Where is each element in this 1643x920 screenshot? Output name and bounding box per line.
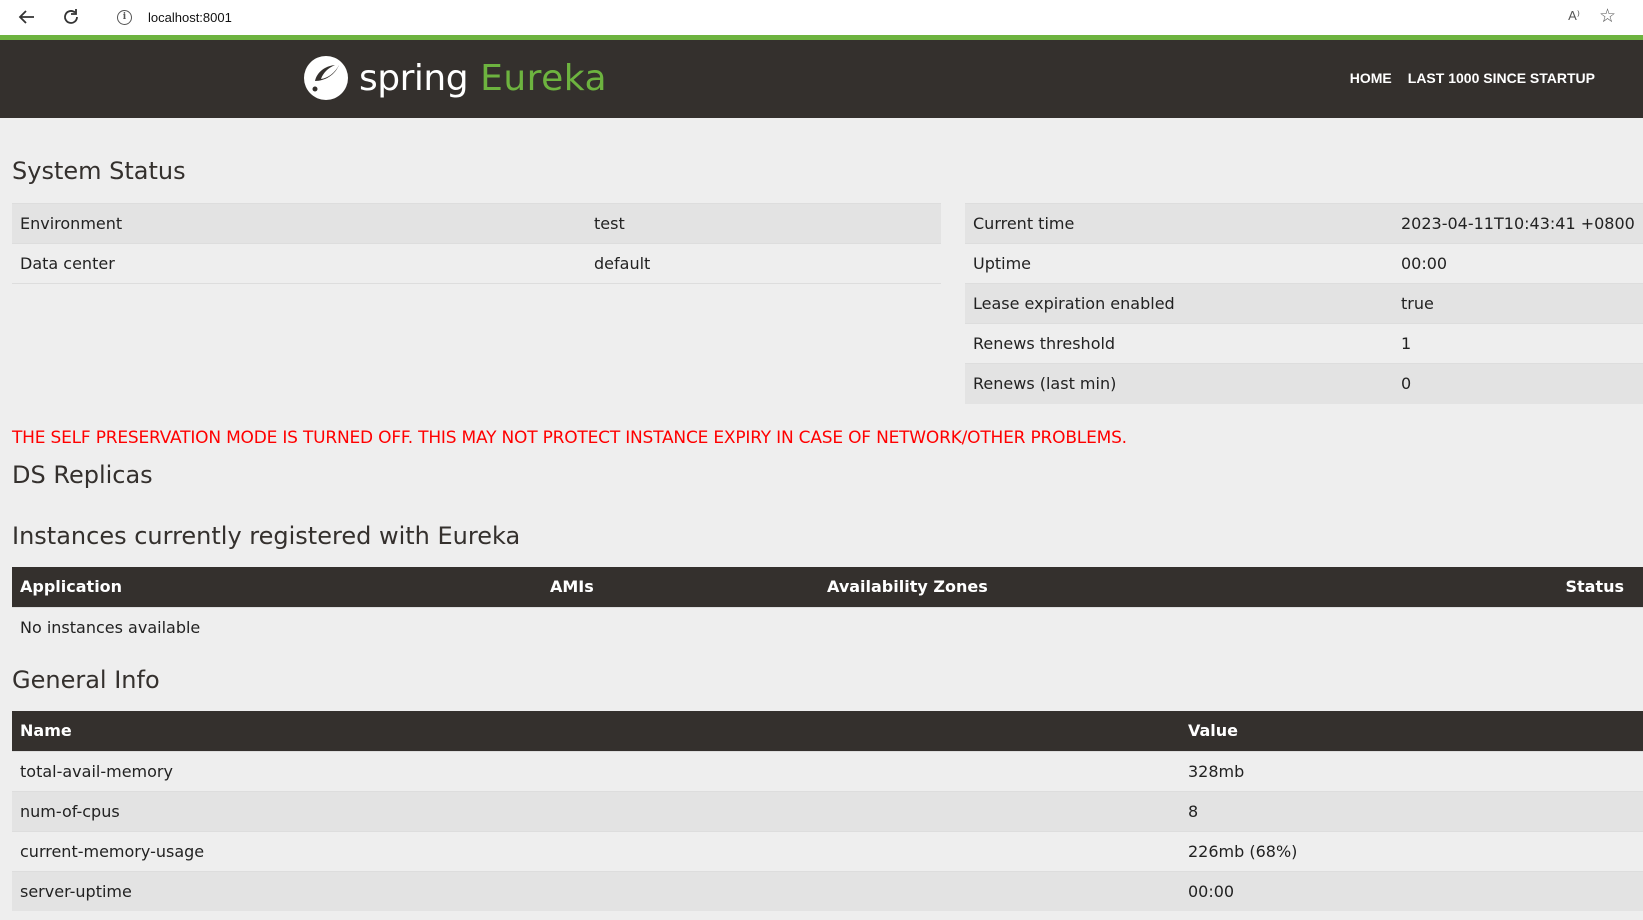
reload-icon[interactable] — [57, 3, 85, 31]
status-value: 0 — [1393, 363, 1643, 404]
site-info-icon[interactable]: i — [117, 10, 132, 25]
table-row: No instances available — [12, 606, 1643, 647]
info-name: num-of-cpus — [12, 790, 1180, 831]
status-value: 2023-04-11T10:43:41 +0800 — [1393, 203, 1643, 244]
status-value: test — [586, 203, 941, 244]
instances-table: Application AMIs Availability Zones Stat… — [12, 567, 1643, 647]
table-row: Uptime 00:00 — [965, 243, 1643, 284]
spring-leaf-icon — [304, 56, 348, 100]
status-value: 1 — [1393, 323, 1643, 364]
brand-eureka: Eureka — [480, 57, 608, 99]
info-value: 328mb — [1180, 750, 1643, 791]
read-aloud-icon[interactable]: A⁾ — [1568, 8, 1580, 24]
table-header-row: Application AMIs Availability Zones Stat… — [12, 567, 1643, 607]
no-instances-message: No instances available — [12, 606, 1643, 647]
column-name: Name — [12, 711, 1180, 751]
column-application: Application — [12, 567, 542, 607]
status-label: Current time — [965, 203, 1393, 244]
status-value: true — [1393, 283, 1643, 324]
table-row: total-avail-memory 328mb — [12, 750, 1643, 791]
table-row: Renews threshold 1 — [965, 323, 1643, 364]
table-row: num-of-cpus 8 — [12, 790, 1643, 831]
table-row: Current time 2023-04-11T10:43:41 +0800 — [965, 203, 1643, 244]
ds-replicas-title: DS Replicas — [12, 461, 153, 489]
address-bar[interactable]: i localhost:8001 A⁾ ☆ — [100, 2, 1636, 33]
info-name: server-uptime — [12, 870, 1180, 911]
status-label: Environment — [12, 203, 586, 244]
table-row: Environment test — [12, 203, 941, 244]
system-status-title: System Status — [12, 157, 186, 185]
general-info-title: General Info — [12, 666, 160, 694]
add-favorite-icon[interactable]: ☆ — [1599, 5, 1616, 27]
info-value: 8 — [1180, 790, 1643, 831]
browser-toolbar: i localhost:8001 A⁾ ☆ — [0, 0, 1643, 35]
info-value: 226mb (68%) — [1180, 830, 1643, 871]
table-row: Data center default — [12, 243, 941, 284]
status-value: default — [586, 243, 941, 284]
general-info-table: Name Value total-avail-memory 328mb num-… — [12, 711, 1643, 911]
column-availability-zones: Availability Zones — [819, 567, 1375, 607]
back-arrow-icon[interactable] — [13, 3, 41, 31]
nav-home-link[interactable]: HOME — [1350, 70, 1392, 86]
status-label: Renews threshold — [965, 323, 1393, 364]
table-row: current-memory-usage 226mb (68%) — [12, 830, 1643, 871]
top-nav: HOME LAST 1000 SINCE STARTUP — [1350, 70, 1595, 86]
table-header-row: Name Value — [12, 711, 1643, 751]
status-label: Data center — [12, 243, 586, 284]
table-row: Lease expiration enabled true — [965, 283, 1643, 324]
column-value: Value — [1180, 711, 1643, 751]
column-amis: AMIs — [542, 567, 819, 607]
instances-title: Instances currently registered with Eure… — [12, 522, 521, 550]
app-header: spring Eureka HOME LAST 1000 SINCE START… — [0, 40, 1643, 118]
status-label: Renews (last min) — [965, 363, 1393, 404]
status-value: 00:00 — [1393, 243, 1643, 284]
nav-last-1000-link[interactable]: LAST 1000 SINCE STARTUP — [1408, 70, 1595, 86]
brand-spring: spring — [359, 57, 469, 99]
table-row: Renews (last min) 0 — [965, 363, 1643, 404]
url-text[interactable]: localhost:8001 — [148, 10, 232, 25]
info-name: current-memory-usage — [12, 830, 1180, 871]
column-status: Status — [1374, 567, 1643, 607]
status-label: Uptime — [965, 243, 1393, 284]
spring-eureka-logo[interactable]: spring Eureka — [303, 54, 607, 102]
table-row: server-uptime 00:00 — [12, 870, 1643, 911]
system-status-left-table: Environment test Data center default — [12, 203, 941, 284]
status-label: Lease expiration enabled — [965, 283, 1393, 324]
system-status-right-table: Current time 2023-04-11T10:43:41 +0800 U… — [965, 203, 1643, 404]
self-preservation-warning: THE SELF PRESERVATION MODE IS TURNED OFF… — [12, 428, 1127, 448]
info-value: 00:00 — [1180, 870, 1643, 911]
info-name: total-avail-memory — [12, 750, 1180, 791]
